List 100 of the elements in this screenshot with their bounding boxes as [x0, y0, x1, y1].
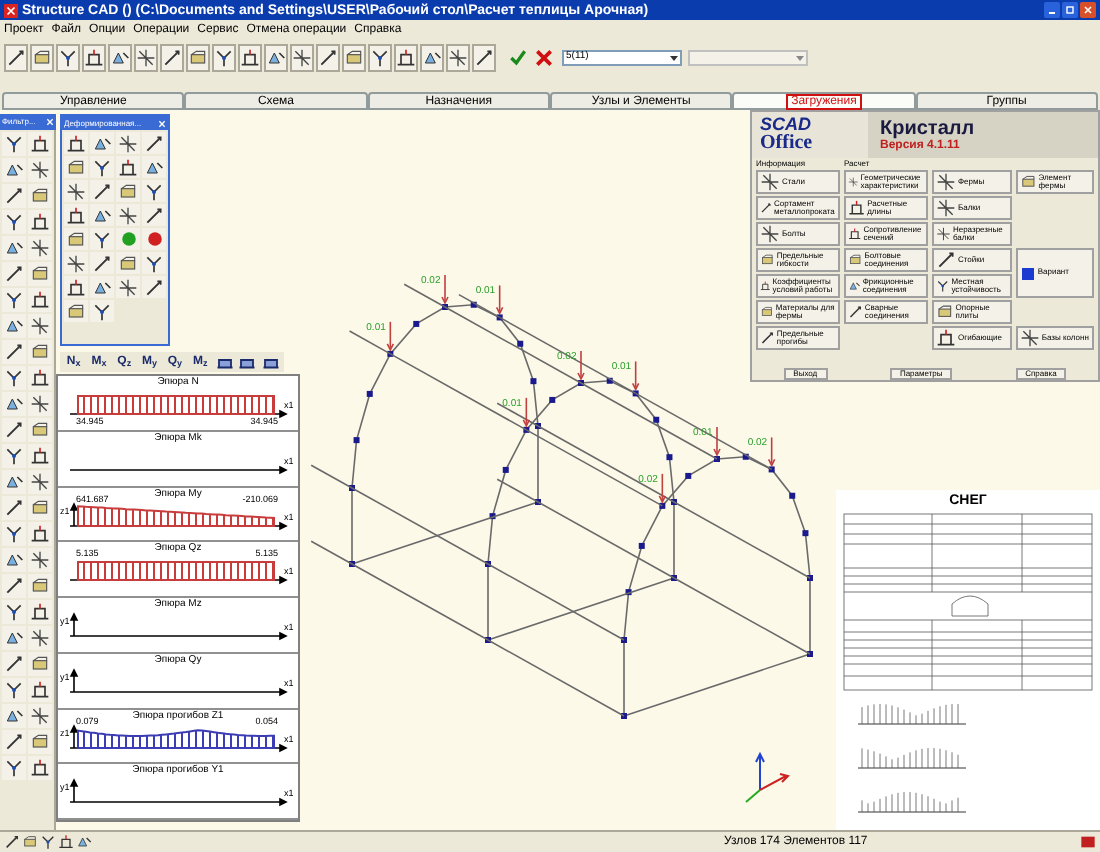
tool-button[interactable]	[2, 444, 26, 468]
tool-button[interactable]	[90, 300, 114, 322]
tool-button[interactable]	[64, 204, 88, 226]
tool-button[interactable]	[90, 228, 114, 250]
tool-button[interactable]	[2, 210, 26, 234]
tool-button[interactable]	[2, 548, 26, 572]
toolbar-button[interactable]	[394, 43, 418, 71]
toolbar-button[interactable]	[368, 43, 392, 71]
toolbar-button[interactable]	[108, 43, 132, 71]
toolbar-button[interactable]	[290, 43, 314, 71]
tool-button[interactable]	[116, 180, 140, 202]
tool-button[interactable]	[142, 180, 166, 202]
tool-button[interactable]	[2, 756, 26, 780]
tool-button[interactable]	[28, 756, 52, 780]
tool-button[interactable]	[64, 156, 88, 178]
tool-button[interactable]	[28, 210, 52, 234]
toolbar-button[interactable]	[420, 43, 444, 71]
tool-button[interactable]	[28, 652, 52, 676]
toolbar-button[interactable]	[238, 43, 262, 71]
tool-button[interactable]	[2, 522, 26, 546]
tool-button[interactable]	[28, 600, 52, 624]
tool-button[interactable]	[64, 276, 88, 298]
tool-button[interactable]	[28, 340, 52, 364]
toolbar-button[interactable]	[56, 43, 80, 71]
tool-button[interactable]	[2, 158, 26, 182]
close-button[interactable]	[1080, 2, 1096, 18]
tool-button[interactable]	[28, 522, 52, 546]
tool-button[interactable]	[2, 678, 26, 702]
tool-button[interactable]	[90, 276, 114, 298]
tool-button[interactable]	[142, 156, 166, 178]
tool-button[interactable]	[28, 548, 52, 572]
tool-button[interactable]	[142, 276, 166, 298]
toolbar-button[interactable]	[446, 43, 470, 71]
status-button[interactable]	[40, 834, 56, 850]
tool-button[interactable]	[2, 470, 26, 494]
toolbar-button[interactable]	[82, 43, 106, 71]
toolbar-button[interactable]	[134, 43, 158, 71]
close-icon[interactable]	[46, 118, 54, 126]
tool-button[interactable]	[28, 626, 52, 650]
tool-button[interactable]	[90, 180, 114, 202]
tool-button[interactable]	[2, 340, 26, 364]
tool-button[interactable]	[116, 252, 140, 274]
tool-button[interactable]	[2, 496, 26, 520]
toolbar-button[interactable]	[30, 43, 54, 71]
tool-button[interactable]	[142, 252, 166, 274]
status-button[interactable]	[58, 834, 74, 850]
tool-button[interactable]	[64, 132, 88, 154]
tool-button[interactable]	[28, 158, 52, 182]
tool-button[interactable]	[2, 184, 26, 208]
toolbar-button[interactable]	[316, 43, 340, 71]
tool-button[interactable]	[28, 444, 52, 468]
tool-button[interactable]	[142, 132, 166, 154]
tool-button[interactable]	[2, 392, 26, 416]
tool-button[interactable]	[28, 184, 52, 208]
tool-button[interactable]	[28, 366, 52, 390]
tool-button[interactable]	[2, 730, 26, 754]
maximize-button[interactable]	[1062, 2, 1078, 18]
close-icon[interactable]	[158, 119, 166, 127]
tool-button[interactable]	[2, 626, 26, 650]
tool-button[interactable]	[2, 262, 26, 286]
tool-button[interactable]	[28, 704, 52, 728]
tool-button[interactable]	[2, 574, 26, 598]
tool-button[interactable]	[116, 204, 140, 226]
tool-button[interactable]	[142, 204, 166, 226]
tool-button[interactable]	[28, 470, 52, 494]
status-button[interactable]	[76, 834, 92, 850]
minimize-button[interactable]	[1044, 2, 1060, 18]
tool-button[interactable]	[2, 704, 26, 728]
tool-button[interactable]	[142, 228, 166, 250]
tool-button[interactable]	[2, 600, 26, 624]
toolbar-button[interactable]	[212, 43, 236, 71]
tool-button[interactable]	[116, 132, 140, 154]
tool-button[interactable]	[90, 252, 114, 274]
tool-button[interactable]	[64, 180, 88, 202]
toolbar-button[interactable]	[4, 43, 28, 71]
tool-button[interactable]	[116, 156, 140, 178]
tool-button[interactable]	[64, 300, 88, 322]
tool-button[interactable]	[64, 252, 88, 274]
tool-button[interactable]	[90, 204, 114, 226]
status-button[interactable]	[4, 834, 20, 850]
tool-button[interactable]	[28, 262, 52, 286]
tool-button[interactable]	[2, 314, 26, 338]
toolbar-button[interactable]	[160, 43, 184, 71]
tool-button[interactable]	[28, 496, 52, 520]
tool-button[interactable]	[28, 418, 52, 442]
tool-button[interactable]	[2, 236, 26, 260]
tool-button[interactable]	[28, 236, 52, 260]
tool-button[interactable]	[90, 156, 114, 178]
tool-button[interactable]	[2, 366, 26, 390]
tool-button[interactable]	[2, 652, 26, 676]
toolbar-button[interactable]	[472, 43, 496, 71]
tool-button[interactable]	[28, 678, 52, 702]
tool-button[interactable]	[90, 132, 114, 154]
tool-button[interactable]	[2, 288, 26, 312]
tool-button[interactable]	[64, 228, 88, 250]
tool-button[interactable]	[28, 392, 52, 416]
tool-button[interactable]	[2, 418, 26, 442]
toolbar-button[interactable]	[186, 43, 210, 71]
tool-button[interactable]	[28, 132, 52, 156]
tool-button[interactable]	[28, 730, 52, 754]
